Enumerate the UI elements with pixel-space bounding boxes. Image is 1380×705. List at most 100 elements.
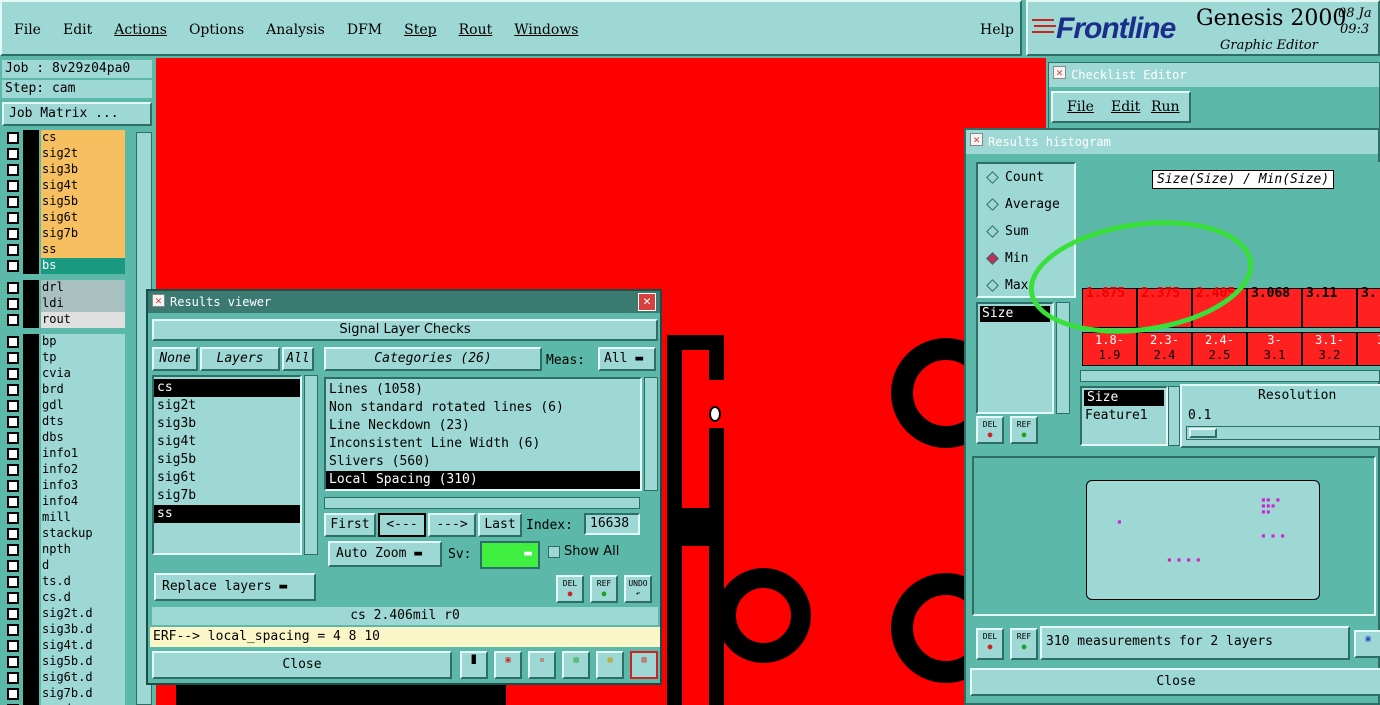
hist-close-button[interactable]: Close bbox=[970, 668, 1380, 696]
layer-name[interactable]: d bbox=[41, 558, 125, 574]
average-radio[interactable]: Average bbox=[986, 197, 1060, 212]
menu-windows[interactable]: Windows bbox=[514, 22, 578, 38]
tool-icon-4[interactable]: ▤ bbox=[562, 651, 590, 679]
results-layer-item[interactable]: ss bbox=[154, 505, 300, 523]
checklist-menu-file[interactable]: File bbox=[1067, 99, 1094, 115]
category-item[interactable]: Local Spacing (310) bbox=[326, 471, 640, 489]
menu-edit[interactable]: Edit bbox=[63, 22, 92, 38]
layer-checkbox[interactable] bbox=[7, 132, 19, 144]
layer-name[interactable]: sig3b bbox=[41, 162, 125, 178]
histogram-icon[interactable]: ▥ bbox=[630, 651, 658, 679]
layer-name[interactable]: mill bbox=[41, 510, 125, 526]
hist-del-button[interactable]: DEL ● bbox=[976, 416, 1004, 444]
layer-checkbox[interactable] bbox=[7, 212, 19, 224]
layer-name[interactable]: cs.d bbox=[41, 590, 125, 606]
layer-row-dts[interactable]: dts bbox=[5, 414, 125, 430]
checklist-titlebar[interactable]: ✕ Checklist Editor bbox=[1049, 63, 1379, 87]
layer-checkbox[interactable] bbox=[7, 576, 19, 588]
layer-name[interactable]: sig7b.d bbox=[41, 686, 125, 702]
checklist-menu-edit[interactable]: Edit bbox=[1111, 99, 1140, 115]
layer-name[interactable]: sig4t bbox=[41, 178, 125, 194]
layer-name[interactable]: info2 bbox=[41, 462, 125, 478]
layer-row-gdl[interactable]: gdl bbox=[5, 398, 125, 414]
layer-row-sig7b[interactable]: sig7b bbox=[5, 226, 125, 242]
menu-actions[interactable]: Actions bbox=[114, 22, 167, 38]
layer-name[interactable]: sig3b.d bbox=[41, 622, 125, 638]
slider-thumb[interactable] bbox=[1189, 428, 1217, 438]
layer-row-cs[interactable]: cs bbox=[5, 130, 125, 146]
layer-checkbox[interactable] bbox=[7, 228, 19, 240]
layer-name[interactable]: bp bbox=[41, 334, 125, 350]
layer-row-sig7b.d[interactable]: sig7b.d bbox=[5, 686, 125, 702]
job-matrix-button[interactable]: Job Matrix ... bbox=[2, 102, 152, 126]
menu-options[interactable]: Options bbox=[189, 22, 244, 38]
undo-button[interactable]: UNDO ↶ bbox=[624, 575, 652, 603]
window-menu-icon[interactable]: ✕ bbox=[970, 133, 983, 146]
layers-button[interactable]: Layers bbox=[200, 347, 280, 371]
layer-name[interactable]: sig2t bbox=[41, 146, 125, 162]
layer-row-dbs[interactable]: dbs bbox=[5, 430, 125, 446]
tool-icon-2[interactable]: ▣ bbox=[494, 651, 522, 679]
layer-list-scrollbar[interactable] bbox=[304, 375, 318, 555]
layer-row-drl[interactable]: drl bbox=[5, 280, 125, 296]
layer-checkbox[interactable] bbox=[7, 180, 19, 192]
report-icon[interactable]: ▦ bbox=[596, 651, 624, 679]
none-button[interactable]: None bbox=[152, 347, 198, 371]
layer-name[interactable]: rout bbox=[41, 312, 125, 328]
hist-ref-button-bottom[interactable]: REF ● bbox=[1010, 628, 1038, 660]
layer-row-d[interactable]: d bbox=[5, 558, 125, 574]
layer-row-sig5b.d[interactable]: sig5b.d bbox=[5, 654, 125, 670]
layer-name[interactable]: sig5b.d bbox=[41, 654, 125, 670]
layer-checkbox[interactable] bbox=[7, 314, 19, 326]
categories-scrollbar[interactable] bbox=[644, 377, 658, 491]
min-radio[interactable]: Min bbox=[986, 251, 1028, 266]
layer-checkbox[interactable] bbox=[7, 560, 19, 572]
menu-step[interactable]: Step bbox=[404, 22, 436, 38]
field-item-size[interactable]: Size bbox=[1084, 390, 1164, 406]
layer-row-sig6t.d[interactable]: sig6t.d bbox=[5, 670, 125, 686]
layer-checkbox[interactable] bbox=[7, 656, 19, 668]
layer-row-sig2t.d[interactable]: sig2t.d bbox=[5, 606, 125, 622]
results-layer-item[interactable]: sig7b bbox=[154, 487, 300, 505]
layer-name[interactable]: sig2t.d bbox=[41, 606, 125, 622]
results-layer-list[interactable]: cs sig2t sig3b sig4t sig5b sig6t sig7b ss bbox=[152, 375, 302, 555]
layer-name[interactable]: drl bbox=[41, 280, 125, 296]
layer-checkbox[interactable] bbox=[7, 672, 19, 684]
layer-name[interactable]: sig6t.d bbox=[41, 670, 125, 686]
layer-name[interactable]: dts bbox=[41, 414, 125, 430]
menu-analysis[interactable]: Analysis bbox=[266, 22, 325, 38]
results-layer-item[interactable]: sig5b bbox=[154, 451, 300, 469]
auto-zoom-dropdown[interactable]: Auto Zoom ▬ bbox=[328, 541, 442, 567]
layer-checkbox[interactable] bbox=[7, 432, 19, 444]
layer-checkbox[interactable] bbox=[7, 244, 19, 256]
layer-row-sig3b[interactable]: sig3b bbox=[5, 162, 125, 178]
category-item[interactable]: Line Neckdown (23) bbox=[326, 417, 640, 435]
category-item[interactable]: Lines (1058) bbox=[326, 381, 640, 399]
max-radio[interactable]: Max bbox=[986, 278, 1028, 293]
layer-checkbox[interactable] bbox=[7, 688, 19, 700]
layer-checkbox[interactable] bbox=[7, 384, 19, 396]
menu-file[interactable]: File bbox=[14, 22, 41, 38]
layer-row-rout[interactable]: rout bbox=[5, 312, 125, 328]
first-button[interactable]: First bbox=[324, 513, 376, 537]
layer-name[interactable]: info3 bbox=[41, 478, 125, 494]
layer-row-info3[interactable]: info3 bbox=[5, 478, 125, 494]
results-layer-item[interactable]: cs bbox=[154, 379, 300, 397]
layer-name[interactable]: sig6t bbox=[41, 210, 125, 226]
field-list[interactable]: Size bbox=[976, 302, 1054, 414]
layer-name[interactable]: sig7b bbox=[41, 226, 125, 242]
categories-hscrollbar[interactable] bbox=[324, 497, 640, 509]
layer-name[interactable]: bs bbox=[41, 258, 125, 274]
next-button[interactable]: ---> bbox=[428, 513, 476, 537]
layer-row-sig6t[interactable]: sig6t bbox=[5, 210, 125, 226]
layer-name[interactable]: cs bbox=[41, 130, 125, 146]
layer-checkbox[interactable] bbox=[7, 196, 19, 208]
window-menu-icon[interactable]: ✕ bbox=[152, 294, 165, 307]
layer-name[interactable]: brd bbox=[41, 382, 125, 398]
category-item[interactable]: Inconsistent Line Width (6) bbox=[326, 435, 640, 453]
categories-list[interactable]: Lines (1058) Non standard rotated lines (… bbox=[324, 377, 642, 491]
layer-row-sig2t[interactable]: sig2t bbox=[5, 146, 125, 162]
layer-checkbox[interactable] bbox=[7, 480, 19, 492]
close-button[interactable]: Close bbox=[152, 651, 452, 679]
layer-checkbox[interactable] bbox=[7, 416, 19, 428]
